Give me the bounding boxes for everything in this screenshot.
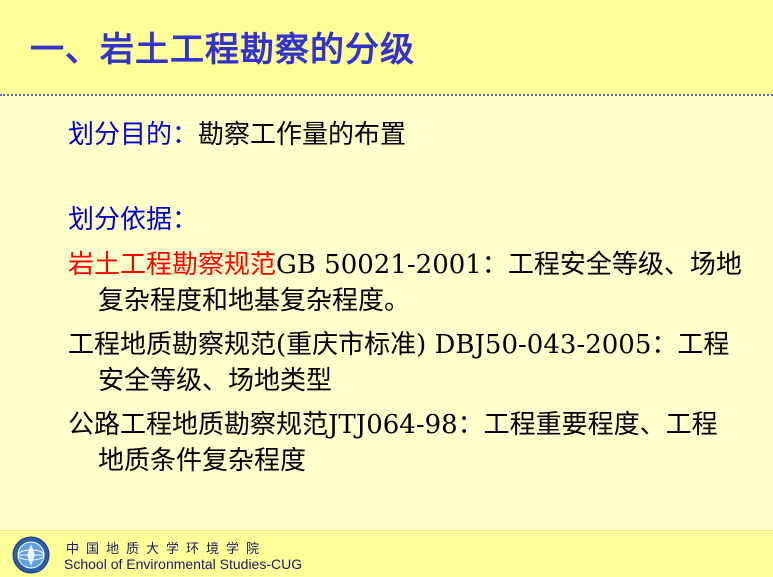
basis-item-1-highlight: 岩土工程勘察规范 — [68, 250, 277, 280]
slide-title: 一、岩土工程勘察的分级 — [30, 30, 415, 70]
title-divider — [0, 94, 773, 96]
footer-school-name-cn: 中国地质大学环境学院 — [66, 542, 267, 557]
slide: 一、岩土工程勘察的分级 划分目的：勘察工作量的布置 划分依据： 岩土工程勘察规范… — [0, 0, 773, 577]
basis-item-1-line-2: 复杂程度和地基复杂程度。 — [98, 286, 411, 316]
basis-item-2-line-1: 工程地质勘察规范(重庆市标准) DBJ50-043-2005：工程 — [68, 330, 730, 360]
footer: 中国地质大学环境学院 School of Environmental Studi… — [0, 530, 773, 577]
basis-item-1-line-1: 岩土工程勘察规范GB 50021-2001：工程安全等级、场地 — [68, 247, 742, 284]
purpose-line: 划分目的：勘察工作量的布置 — [68, 117, 406, 154]
basis-label: 划分依据： — [68, 205, 199, 235]
purpose-text: 勘察工作量的布置 — [198, 120, 407, 150]
basis-item-3-line-1: 公路工程地质勘察规范JTJ064-98：工程重要程度、工程 — [68, 410, 718, 440]
footer-school-name-en: School of Environmental Studies-CUG — [64, 556, 303, 572]
basis-item-3-line-2: 地质条件复杂程度 — [98, 446, 307, 476]
basis-item-1-text: GB 50021-2001：工程安全等级、场地 — [276, 250, 742, 280]
university-logo-icon — [12, 536, 50, 574]
basis-item-2-line-2: 安全等级、场地类型 — [98, 366, 333, 396]
purpose-label: 划分目的： — [68, 120, 199, 150]
